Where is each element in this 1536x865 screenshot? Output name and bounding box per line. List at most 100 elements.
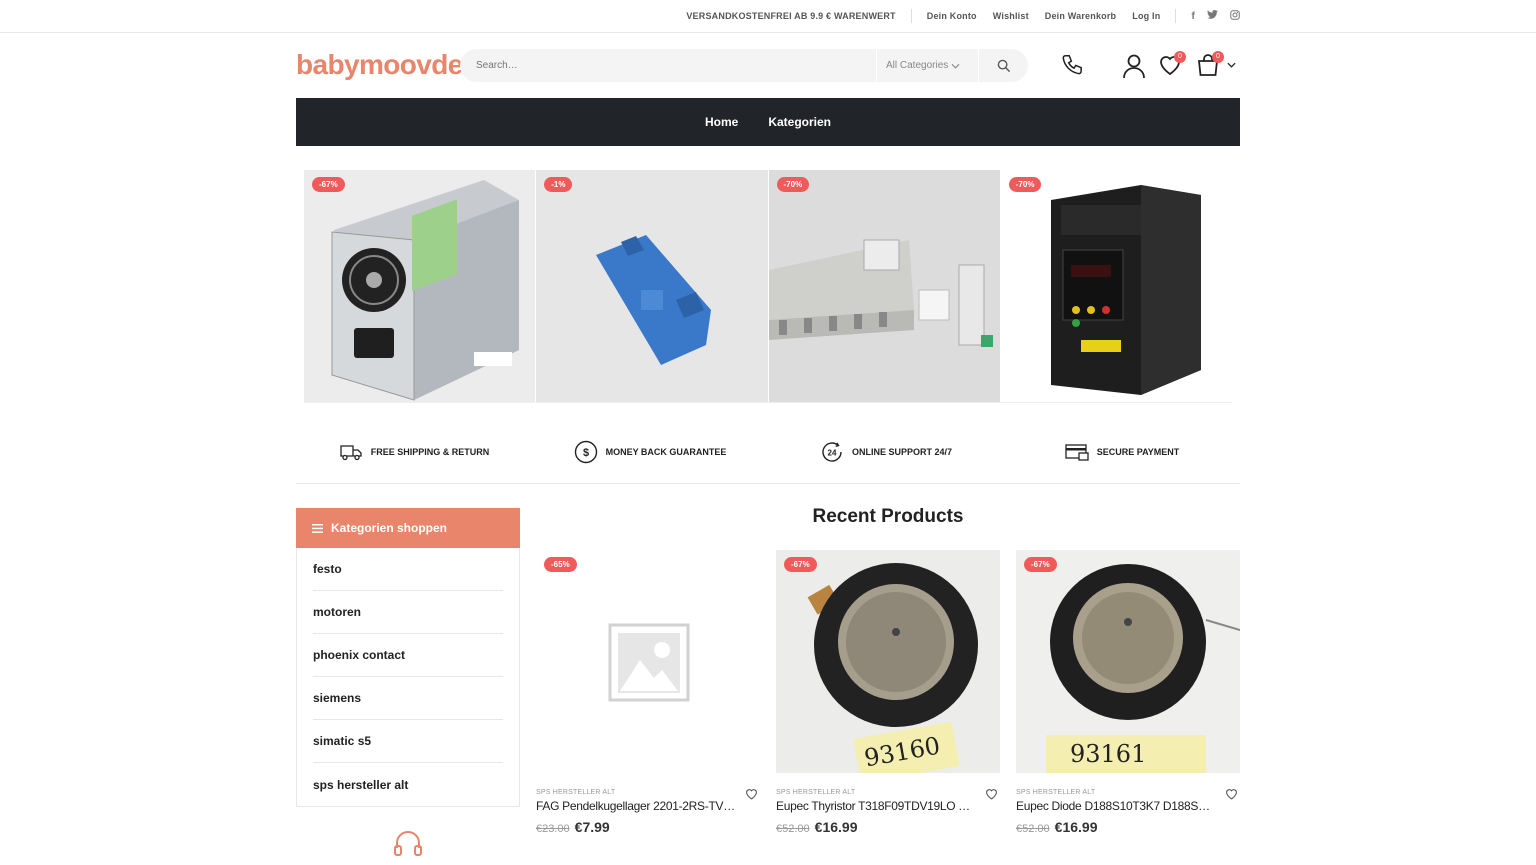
sidebar-item-phoenix-contact[interactable]: phoenix contact: [313, 634, 503, 677]
divider: [910, 9, 912, 23]
sale-price: €16.99: [814, 819, 858, 835]
sale-badge: -67%: [784, 557, 817, 572]
dollar-circle-icon: $: [574, 440, 597, 464]
cart-link[interactable]: Dein Warenkorb: [1045, 11, 1116, 21]
add-to-wishlist-icon[interactable]: [1225, 787, 1238, 805]
category-select[interactable]: All Categories: [876, 49, 978, 82]
site-logo[interactable]: babymoovde: [296, 49, 463, 81]
sidebar-item-motoren[interactable]: motoren: [313, 591, 503, 634]
terminal-block-image: [536, 170, 768, 402]
svg-text:$: $: [583, 447, 589, 459]
banner-control-unit[interactable]: -70%: [768, 170, 1000, 402]
social-links: f: [1191, 9, 1240, 23]
product-label-number: 93161: [1070, 740, 1147, 768]
divider: [1175, 9, 1177, 23]
sale-badge: -1%: [544, 177, 573, 192]
product-category[interactable]: SPS HERSTELLER ALT: [1016, 789, 1240, 796]
section-title: Recent Products: [812, 506, 964, 527]
site-header: babymoovde All Categories 0 0: [296, 33, 1240, 98]
product-image[interactable]: -67% 93161: [1016, 550, 1240, 773]
product-image-placeholder[interactable]: -65%: [536, 550, 760, 773]
thyristor-controller-image: [1000, 170, 1232, 402]
feature-shipping: FREE SHIPPING & RETURN: [296, 428, 532, 476]
nav-home[interactable]: Home: [705, 115, 738, 129]
login-link[interactable]: Log In: [1132, 11, 1160, 21]
account-link[interactable]: Dein Konto: [927, 11, 977, 21]
feature-label: SECURE PAYMENT: [1096, 447, 1180, 457]
payment-card-icon: [1065, 444, 1089, 461]
search-button[interactable]: [978, 49, 1028, 82]
facebook-icon[interactable]: f: [1191, 11, 1195, 22]
truck-icon: [340, 445, 362, 461]
product-title[interactable]: FAG Pendelkugellager 2201-2RS-TVH /…: [536, 799, 736, 813]
add-to-wishlist-icon[interactable]: [745, 787, 758, 805]
old-price: €52.00: [1016, 823, 1050, 835]
product-card[interactable]: -67% 93161 SPS HERSTELLER ALT Eupec Diod…: [1016, 550, 1240, 835]
support-24-icon: 24: [822, 442, 842, 462]
sale-price: €7.99: [574, 819, 610, 835]
old-price: €23.00: [536, 823, 570, 835]
search-icon: [997, 59, 1010, 72]
feature-support: 24 ONLINE SUPPORT 24/7: [768, 428, 1004, 476]
sale-badge: -70%: [1008, 177, 1042, 192]
product-image[interactable]: -67% 93160: [776, 550, 1000, 773]
sidebar-item-siemens[interactable]: siemens: [313, 677, 503, 720]
feature-bar: FREE SHIPPING & RETURN $ MONEY BACK GUAR…: [296, 428, 1240, 484]
control-unit-image: [768, 170, 1000, 402]
nav-kategorien[interactable]: Kategorien: [768, 115, 831, 129]
feature-label: MONEY BACK GUARANTEE: [605, 447, 727, 457]
add-to-wishlist-icon[interactable]: [985, 787, 998, 805]
feature-label: ONLINE SUPPORT 24/7: [851, 447, 953, 457]
product-title[interactable]: Eupec Diode D188S10T3K7 D188S10 …: [1016, 799, 1216, 813]
sale-badge: -67%: [312, 177, 345, 192]
sidebar-header[interactable]: Kategorien shoppen: [296, 508, 520, 548]
wishlist-link[interactable]: Wishlist: [993, 11, 1029, 21]
chevron-down-icon: [1227, 62, 1236, 68]
instagram-icon[interactable]: [1230, 9, 1240, 23]
sidebar-item-festo[interactable]: festo: [313, 548, 503, 591]
product-title[interactable]: Eupec Thyristor T318F09TDV19LO T31…: [776, 799, 976, 813]
cart-count-badge: 0: [1212, 51, 1224, 63]
chevron-down-icon: [951, 63, 960, 69]
main-nav: Home Kategorien: [296, 98, 1240, 146]
banner-terminal-block[interactable]: -1%: [536, 170, 768, 402]
sale-badge: -70%: [776, 177, 810, 192]
phone-icon[interactable]: [1060, 53, 1086, 84]
feature-label: FREE SHIPPING & RETURN: [370, 447, 490, 457]
category-list: festo motoren phoenix contact siemens si…: [297, 548, 519, 806]
product-banner-row: -67% -1% -70% -70%: [304, 170, 1232, 403]
wishlist-icon[interactable]: 0: [1158, 51, 1186, 82]
banner-power-supply[interactable]: -67%: [304, 170, 536, 402]
product-price: €52.00 €16.99: [1016, 819, 1240, 835]
sidebar-item-sps-hersteller-alt[interactable]: sps hersteller alt: [313, 763, 503, 806]
user-icon[interactable]: [1122, 53, 1146, 84]
svg-text:24: 24: [828, 449, 837, 458]
product-category[interactable]: SPS HERSTELLER ALT: [536, 789, 760, 796]
sidebar-title: Kategorien shoppen: [331, 521, 448, 535]
product-card[interactable]: -67% 93160 SPS HERSTELLER ALT Eupec Thyr…: [776, 550, 1000, 835]
shipping-promo: VERSANDKOSTENFREI AB 9.9 € WARENWERT: [686, 11, 896, 21]
sale-price: €16.99: [1054, 819, 1098, 835]
search-bar: All Categories: [460, 49, 1028, 82]
search-input[interactable]: [460, 49, 876, 82]
category-select-value: All Categories: [886, 60, 949, 71]
category-sidebar: Kategorien shoppen festo motoren phoenix…: [296, 508, 520, 807]
feature-money-back: $ MONEY BACK GUARANTEE: [532, 428, 768, 476]
twitter-icon[interactable]: [1207, 10, 1218, 22]
top-bar: VERSANDKOSTENFREI AB 9.9 € WARENWERT Dei…: [0, 0, 1536, 33]
wishlist-count-badge: 0: [1174, 51, 1186, 63]
product-price: €52.00 €16.99: [776, 819, 1000, 835]
cart-icon[interactable]: 0: [1196, 51, 1236, 82]
banner-thyristor-controller[interactable]: -70%: [1000, 170, 1232, 402]
product-category[interactable]: SPS HERSTELLER ALT: [776, 789, 1000, 796]
sale-badge: -65%: [544, 557, 577, 572]
product-card[interactable]: -65% SPS HERSTELLER ALT FAG Pendelkugell…: [536, 550, 760, 835]
feature-secure-payment: SECURE PAYMENT: [1004, 428, 1240, 476]
power-supply-image: [304, 170, 536, 402]
product-price: €23.00 €7.99: [536, 819, 760, 835]
sidebar-item-simatic-s5[interactable]: simatic s5: [313, 720, 503, 763]
sale-badge: -67%: [1024, 557, 1057, 572]
menu-icon: [312, 523, 323, 533]
headset-icon: [392, 828, 424, 865]
old-price: €52.00: [776, 823, 810, 835]
